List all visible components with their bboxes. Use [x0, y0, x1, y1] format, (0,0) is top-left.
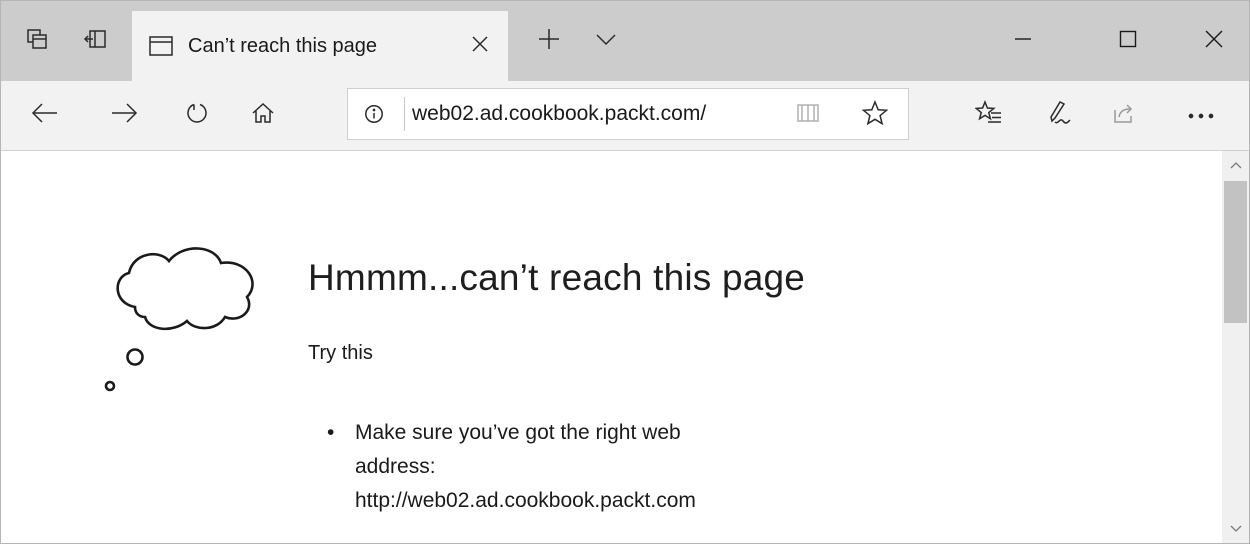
try-this-label: Try this — [308, 342, 373, 364]
refresh-icon — [185, 101, 209, 130]
forward-button[interactable] — [94, 81, 154, 150]
share-button[interactable] — [1094, 81, 1154, 150]
address-url[interactable]: web02.ad.cookbook.packt.com/ — [412, 102, 706, 126]
page-content: Hmmm...can’t reach this page Try this Ma… — [1, 151, 1221, 543]
scroll-down-button[interactable] — [1222, 515, 1249, 543]
reading-view-button[interactable] — [796, 102, 820, 129]
tab-list-button[interactable] — [583, 1, 629, 81]
favorites-hub-button[interactable] — [959, 81, 1019, 150]
back-button[interactable] — [15, 81, 75, 150]
minimize-button[interactable] — [988, 1, 1058, 81]
set-tabs-aside-button[interactable] — [73, 1, 117, 81]
vertical-scrollbar[interactable] — [1222, 151, 1249, 543]
web-note-pen-icon — [1044, 99, 1072, 132]
scroll-up-button[interactable] — [1222, 151, 1249, 179]
suggestions-list: Make sure you’ve got the right web addre… — [327, 416, 875, 518]
scroll-down-icon — [1230, 520, 1242, 538]
back-arrow-icon — [31, 102, 59, 129]
scrollbar-thumb[interactable] — [1224, 181, 1247, 323]
page-tab-icon — [148, 35, 174, 57]
refresh-button[interactable] — [167, 81, 227, 150]
add-favorite-button[interactable] — [861, 100, 889, 131]
active-tab[interactable]: Can’t reach this page — [132, 11, 508, 81]
home-button[interactable] — [233, 81, 293, 150]
minimize-icon — [1014, 30, 1032, 53]
suggestion-url: http://web02.ad.cookbook.packt.com — [355, 489, 696, 512]
info-icon[interactable] — [364, 104, 384, 124]
close-tab-button[interactable] — [466, 32, 494, 60]
close-tab-icon — [471, 35, 489, 58]
set-tabs-aside-icon — [83, 28, 107, 55]
browser-window: Can’t reach this page web02.ad.cookbook.… — [0, 0, 1250, 544]
navigation-toolbar: web02.ad.cookbook.packt.com/ — [1, 81, 1249, 151]
favorites-hub-icon — [974, 99, 1003, 131]
suggestion-text: address: — [355, 455, 436, 478]
more-button[interactable] — [1171, 81, 1231, 150]
reading-view-icon — [796, 104, 820, 128]
new-tab-button[interactable] — [526, 1, 572, 81]
forward-arrow-icon — [110, 102, 138, 129]
close-window-icon — [1204, 29, 1224, 54]
tab-title: Can’t reach this page — [188, 34, 378, 57]
suggestion-text: Make sure you’ve got the right web — [355, 421, 681, 444]
web-note-button[interactable] — [1028, 81, 1088, 150]
tab-preview-icon — [26, 28, 48, 55]
favorite-star-icon — [861, 100, 889, 130]
maximize-button[interactable] — [1093, 1, 1163, 81]
tab-list-chevron-icon — [595, 32, 617, 51]
address-separator — [404, 97, 405, 131]
close-window-button[interactable] — [1179, 1, 1249, 81]
list-item: Make sure you’ve got the right web addre… — [327, 416, 875, 518]
tab-preview-button[interactable] — [15, 1, 59, 81]
page-title: Hmmm...can’t reach this page — [308, 257, 806, 298]
maximize-icon — [1119, 30, 1137, 53]
address-bar[interactable]: web02.ad.cookbook.packt.com/ — [347, 88, 909, 140]
new-tab-plus-icon — [537, 27, 561, 56]
more-ellipsis-icon — [1187, 107, 1215, 125]
thought-cloud-icon — [99, 239, 264, 404]
tab-strip: Can’t reach this page — [1, 1, 1249, 81]
share-icon — [1112, 101, 1136, 130]
scroll-up-icon — [1230, 156, 1242, 174]
home-icon — [251, 101, 275, 130]
